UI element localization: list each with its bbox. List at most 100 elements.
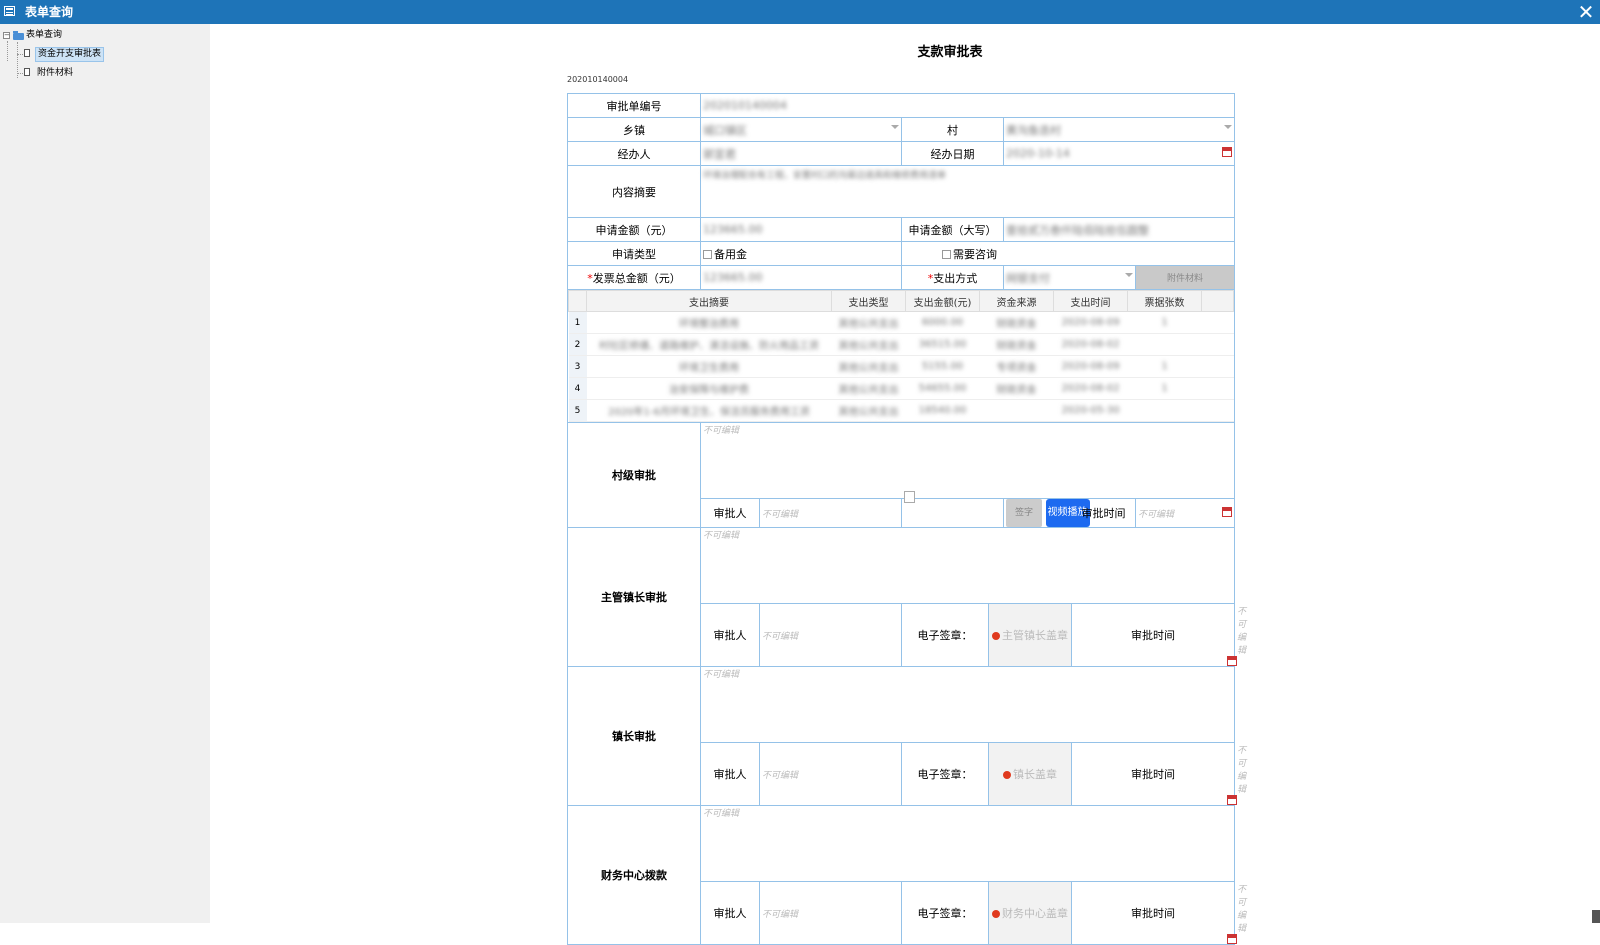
table-row[interactable]: 3 环境卫生费用 其他公共支出 5155.00 专项资金 2020-08-09 …	[568, 355, 1234, 378]
option-consult[interactable]: 需要咨询	[900, 241, 1236, 266]
column-header[interactable]: 资金来源	[979, 290, 1054, 312]
cell-summary: 环境卫生费用	[586, 355, 832, 378]
label-approval-time: 审批时间	[1070, 742, 1236, 806]
cell-type: 其他公共支出	[831, 333, 906, 356]
handler-value: 郭宣君	[703, 147, 736, 161]
calendar-icon[interactable]	[1222, 506, 1233, 517]
seal-icon	[992, 910, 1000, 918]
attachments-button[interactable]: 附件材料	[1134, 265, 1236, 290]
amount-upper-field[interactable]: 壹拾贰万叁仟陆佰陆拾伍圆整	[1002, 217, 1236, 242]
cell-type: 其他公共支出	[831, 355, 906, 378]
village-select[interactable]: 黄沟鱼迭村	[1002, 117, 1236, 142]
column-header[interactable]: 支出时间	[1053, 290, 1128, 312]
cell-filler	[1201, 311, 1234, 334]
table-row[interactable]: 4 治安保障与维护费 其他公共支出 54655.00 财政资金 2020-08-…	[568, 377, 1234, 400]
column-header[interactable]: 支出摘要	[586, 290, 832, 312]
label-e-seal: 电子签章：	[901, 742, 989, 806]
label-approver: 审批人	[700, 498, 760, 528]
label-apply-type: 申请类型	[567, 241, 701, 266]
row-number: 2	[568, 333, 587, 356]
mayor-approver-field[interactable]: 不可编辑	[759, 742, 902, 806]
cell-source: 专项资金	[979, 355, 1054, 378]
title-bar: 表单查询 ✕	[0, 0, 1600, 24]
label-approval-no: 审批单编号	[567, 93, 701, 118]
pay-method-select[interactable]: 网银支付	[1003, 265, 1136, 290]
tree-node-attachments[interactable]: 附件材料	[0, 65, 200, 81]
mayor-opinion-field[interactable]: 不可编辑	[699, 666, 1236, 743]
cell-source: 财政资金	[979, 333, 1054, 356]
handle-date-field[interactable]: 2020-10-14	[1002, 141, 1236, 166]
township-select[interactable]: 城口镇区	[700, 117, 902, 142]
document-icon	[24, 49, 30, 57]
placeholder: 不可编辑	[703, 670, 740, 680]
seal-icon	[992, 632, 1000, 640]
cell-summary: 治安保障与维护费	[586, 377, 832, 400]
form-number: 202010140004	[567, 75, 629, 84]
cell-summary: 2020年1-6月环境卫生、保洁员服务费用工资	[586, 399, 832, 422]
label-e-seal: 电子签章：	[901, 881, 989, 945]
handler-field[interactable]: 郭宣君	[700, 141, 902, 166]
column-header[interactable]: 票据张数	[1127, 290, 1202, 312]
approval-form: 审批单编号 202010140004 乡镇 城口镇区 村 黄沟鱼迭村 经办人 郭…	[566, 93, 1246, 945]
checkbox-reserve-fund[interactable]	[703, 249, 712, 259]
finance-opinion-field[interactable]: 不可编辑	[699, 805, 1236, 882]
cell-date: 2020-08-09	[1053, 355, 1128, 378]
finance-approver-field[interactable]: 不可编辑	[759, 881, 902, 945]
label-township: 乡镇	[567, 117, 701, 142]
column-header[interactable]: 支出类型	[831, 290, 906, 312]
cell-summary: 环境整治费用	[586, 311, 832, 334]
tree-node-expense-form[interactable]: 资金开支审批表	[0, 46, 200, 62]
table-row[interactable]: 1 环境整治费用 其他公共支出 6000.00 财政资金 2020-08-09 …	[568, 311, 1234, 334]
cell-amount: 54655.00	[905, 377, 980, 400]
tree-node-label: 资金开支审批表	[35, 47, 105, 62]
cell-tickets: 1	[1127, 377, 1202, 400]
option-label: 备用金	[714, 247, 747, 261]
document-icon	[24, 68, 30, 76]
label-village: 村	[901, 117, 1004, 142]
supervisor-approver-field[interactable]: 不可编辑	[759, 603, 902, 667]
calendar-icon[interactable]	[1227, 934, 1238, 944]
sign-button[interactable]: 签字	[1006, 499, 1042, 527]
table-row[interactable]: 2 村社区修缮、道路维护、清洁设施、防火用品工资 其他公共支出 36515.00…	[568, 333, 1234, 356]
approval-no-field[interactable]: 202010140004	[699, 93, 1236, 118]
finance-seal-button[interactable]: 财务中心盖章	[988, 881, 1072, 945]
tree-node-root[interactable]: − 表单查询	[0, 27, 200, 43]
collapse-toggle-icon[interactable]: −	[3, 32, 10, 39]
label-invoice-total: *发票总金额（元）	[567, 265, 701, 290]
label-text: 支出方式	[933, 271, 978, 285]
mayor-seal-button[interactable]: 镇长盖章	[988, 742, 1072, 806]
village-approver-field[interactable]: 不可编辑	[759, 498, 902, 528]
summary-field[interactable]: 环境治理配合有工程，安置村口的沟渠边道具和维修费用清单	[699, 165, 1236, 218]
placeholder: 不可编辑	[762, 770, 799, 781]
column-header[interactable]: 支出金额(元)	[905, 290, 980, 312]
option-reserve-fund[interactable]: 备用金	[700, 241, 902, 266]
cell-tickets	[1127, 399, 1202, 422]
handle-date-value: 2020-10-14	[1006, 147, 1070, 160]
invoice-total-field[interactable]: 123665.00	[700, 265, 902, 290]
tree-node-label: 表单查询	[26, 30, 63, 40]
village-opinion-field[interactable]: 不可编辑	[699, 422, 1236, 499]
cell-date: 2020-05-30	[1053, 399, 1128, 422]
seal-label: 主管镇长盖章	[1002, 629, 1068, 642]
calendar-icon[interactable]	[1227, 656, 1238, 666]
window-icon	[4, 6, 15, 16]
calendar-icon[interactable]	[1227, 795, 1238, 805]
checkbox-consult[interactable]	[942, 249, 951, 259]
cell-amount: 18540.00	[905, 399, 980, 422]
cell-date: 2020-08-09	[1053, 311, 1128, 334]
calendar-icon[interactable]	[1222, 147, 1233, 157]
sidebar-tree: − 表单查询 资金开支审批表 附件材料	[0, 24, 210, 923]
close-icon[interactable]: ✕	[1576, 1, 1596, 23]
row-number: 4	[568, 377, 587, 400]
label-approval-time: 审批时间	[1070, 881, 1236, 945]
label-approver: 审批人	[700, 881, 760, 945]
scrollbar-thumb[interactable]	[1592, 910, 1600, 923]
amount-field[interactable]: 123665.00	[700, 217, 902, 242]
chevron-down-icon	[1125, 272, 1133, 277]
village-time-field[interactable]: 不可编辑	[1134, 498, 1236, 528]
table-row[interactable]: 5 2020年1-6月环境卫生、保洁员服务费用工资 其他公共支出 18540.0…	[568, 399, 1234, 422]
approval-no-value: 202010140004	[703, 99, 787, 112]
supervisor-seal-button[interactable]: 主管镇长盖章	[988, 603, 1072, 667]
section-mayor-approval: 镇长审批	[567, 666, 701, 806]
supervisor-opinion-field[interactable]: 不可编辑	[699, 527, 1236, 604]
